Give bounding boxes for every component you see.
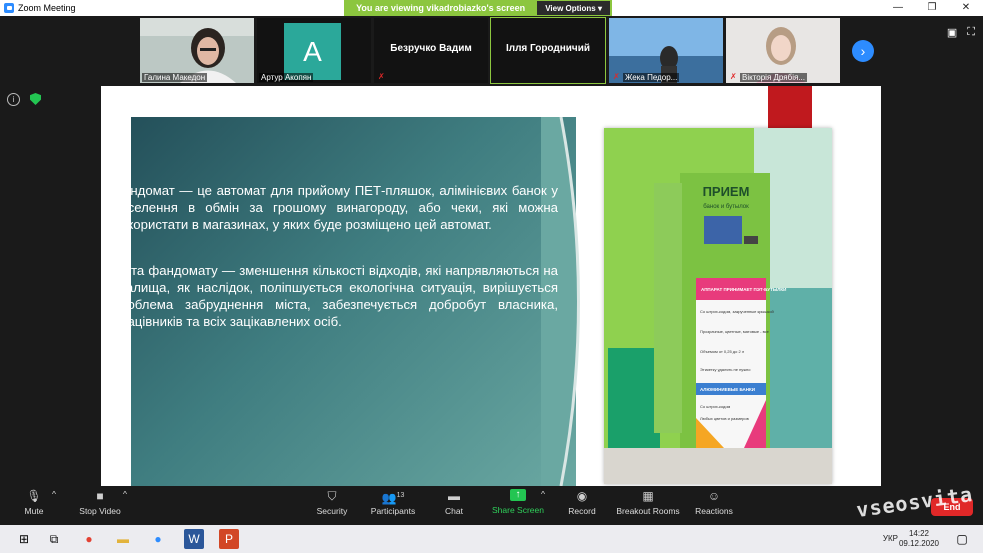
reactions-button[interactable]: ☺ Reactions	[694, 489, 734, 516]
share-screen-label: Share Screen	[492, 505, 544, 515]
participant-tile[interactable]: Галина Македон	[140, 18, 254, 83]
windows-start-icon[interactable]: ⊞	[14, 529, 34, 549]
security-shield-icon: ⛉	[327, 489, 337, 503]
view-options-label: View Options	[545, 3, 596, 13]
record-button[interactable]: ◉ Record	[566, 489, 598, 516]
chat-label: Chat	[445, 506, 463, 516]
fullscreen-icon[interactable]: ⛶	[967, 26, 975, 39]
video-options-caret[interactable]: ^	[123, 489, 127, 499]
panel-item-text: Со штрих-кодом, закрученные крышкой	[700, 309, 774, 314]
vending-machine-photo: ПРИЕМ банок и бутылок АППАРАТ ПРИНИМАЕТ …	[604, 128, 832, 484]
share-options-caret[interactable]: ^	[541, 489, 545, 499]
participant-tile[interactable]: Безручко Вадим ✗	[374, 18, 488, 83]
participant-name: Вікторія Дрябія...	[740, 73, 807, 82]
audio-options-caret[interactable]: ^	[52, 489, 56, 499]
title-bar: Zoom Meeting You are viewing vikadrobiaz…	[0, 0, 983, 16]
participants-button[interactable]: 👥13 Participants	[368, 489, 418, 516]
security-button[interactable]: ⛉ Security	[313, 489, 351, 516]
reactions-smiley-icon: ☺	[707, 489, 721, 503]
slide-paragraph-2: Мета фандомату — зменшення кількості від…	[113, 263, 558, 329]
restore-icon[interactable]: ❐	[915, 0, 949, 16]
view-controls: ▣ ⛶	[947, 26, 975, 39]
participants-icon: 👥13	[381, 491, 405, 505]
participant-tile[interactable]: ✗ Вікторія Дрябія...	[726, 18, 840, 83]
language-indicator[interactable]: УКР	[883, 534, 898, 543]
chevron-right-icon: ›	[860, 43, 866, 59]
panel-heading2-text: АЛЮМИНИЕВЫЕ БАНКИ	[700, 387, 755, 392]
windows-taskbar: ⊞ ⧉ ● ▬ ● W P УКР 14:22 09.12.2020 ▢	[0, 525, 983, 553]
participant-name: Жека Педор...	[623, 73, 680, 82]
chat-icon: ▬	[448, 489, 460, 503]
participant-name: Галина Македон	[142, 73, 208, 82]
share-screen-button[interactable]: ↑ Share Screen	[490, 489, 546, 515]
breakout-rooms-label: Breakout Rooms	[616, 506, 680, 516]
view-options-button[interactable]: View Options ▾	[537, 1, 610, 15]
viewing-message: You are viewing vikadrobiazko's screen	[356, 3, 526, 13]
video-camera-icon: ■	[96, 489, 104, 503]
mute-button[interactable]: 🎙 Mute	[20, 489, 48, 516]
machine-sign-text: ПРИЕМ	[703, 184, 750, 199]
panel-item-text: Этикетку удалять не нужно	[700, 367, 751, 372]
participant-name: Артур Акопян	[259, 73, 314, 82]
participant-tile[interactable]: ✗ Жека Педор...	[609, 18, 723, 83]
slide-paragraph-1: Фандомат — це автомат для прийому ПЕТ-пл…	[113, 183, 558, 232]
microphone-icon: 🎙	[26, 489, 42, 503]
security-label: Security	[316, 506, 348, 516]
close-icon[interactable]: ✕	[949, 0, 983, 16]
participant-tile-active-speaker[interactable]: Ілля Городничий	[490, 17, 606, 84]
zoom-taskbar-icon[interactable]: ●	[148, 529, 168, 549]
file-explorer-icon[interactable]: ▬	[113, 529, 133, 549]
stop-video-button[interactable]: ■ Stop Video	[76, 489, 124, 516]
task-view-icon[interactable]: ⧉	[44, 529, 64, 549]
machine-sub-text: банок и бутылок	[703, 204, 749, 210]
meeting-toolbar: 🎙 Mute ^ ■ Stop Video ^ ⛉ Security 👥13 P…	[0, 486, 983, 525]
participants-label: Participants	[370, 506, 416, 516]
reactions-label: Reactions	[695, 506, 733, 516]
vending-machine-image: ПРИЕМ банок и бутылок АППАРАТ ПРИНИМАЕТ …	[604, 128, 832, 484]
meeting-info-icons: i	[7, 93, 41, 106]
participant-name: Безручко Вадим	[390, 43, 472, 54]
mute-label: Mute	[24, 506, 44, 516]
shared-screen-slide: Фандомат — це автомат для прийому ПЕТ-пл…	[101, 86, 881, 486]
info-icon[interactable]: i	[7, 93, 20, 106]
record-icon: ◉	[576, 489, 588, 503]
panel-item-text: Со штрих-кодом	[700, 404, 731, 409]
panel-item-text: Любых цветов и размеров	[700, 416, 749, 421]
shield-icon[interactable]	[30, 93, 41, 105]
minimize-icon[interactable]: —	[881, 0, 915, 16]
chrome-icon[interactable]: ●	[79, 529, 99, 549]
system-clock[interactable]: 14:22 09.12.2020	[899, 529, 939, 549]
record-label: Record	[568, 506, 596, 516]
zoom-app-icon	[4, 3, 14, 13]
powerpoint-icon[interactable]: P	[219, 529, 239, 549]
notifications-icon[interactable]: ▢	[952, 529, 972, 549]
participant-tile[interactable]: A Артур Акопян	[257, 18, 371, 83]
muted-mic-icon: ✗	[730, 72, 737, 81]
avatar: A	[284, 23, 341, 80]
next-page-button[interactable]: ›	[852, 40, 874, 62]
panel-item-text: Прозрачные, цветные, матовые - все	[700, 329, 770, 334]
word-icon[interactable]: W	[184, 529, 204, 549]
gallery-view-icon[interactable]: ▣	[947, 26, 957, 39]
stop-video-label: Stop Video	[79, 506, 121, 516]
participant-name: Ілля Городничий	[505, 43, 591, 54]
participant-strip: Галина Македон A Артур Акопян Безручко В…	[0, 17, 983, 85]
participants-count: 13	[396, 492, 405, 499]
panel-heading-text: АППАРАТ ПРИНИМАЕТ ПЭТ-БУТЫЛКИ	[701, 287, 786, 292]
muted-mic-icon: ✗	[378, 72, 385, 81]
panel-item-text: Объемом от 0,25 до 2 л	[700, 349, 745, 354]
share-screen-icon: ↑	[510, 489, 526, 501]
clock-date: 09.12.2020	[898, 539, 939, 548]
breakout-rooms-icon: ▦	[642, 489, 654, 503]
muted-mic-icon: ✗	[613, 72, 620, 81]
clock-time: 14:22	[908, 529, 929, 538]
window-controls: — ❐ ✕	[881, 0, 983, 16]
window-title: Zoom Meeting	[18, 3, 76, 13]
chat-button[interactable]: ▬ Chat	[440, 489, 468, 516]
breakout-rooms-button[interactable]: ▦ Breakout Rooms	[614, 489, 682, 516]
viewing-banner: You are viewing vikadrobiazko's screen V…	[344, 0, 612, 16]
